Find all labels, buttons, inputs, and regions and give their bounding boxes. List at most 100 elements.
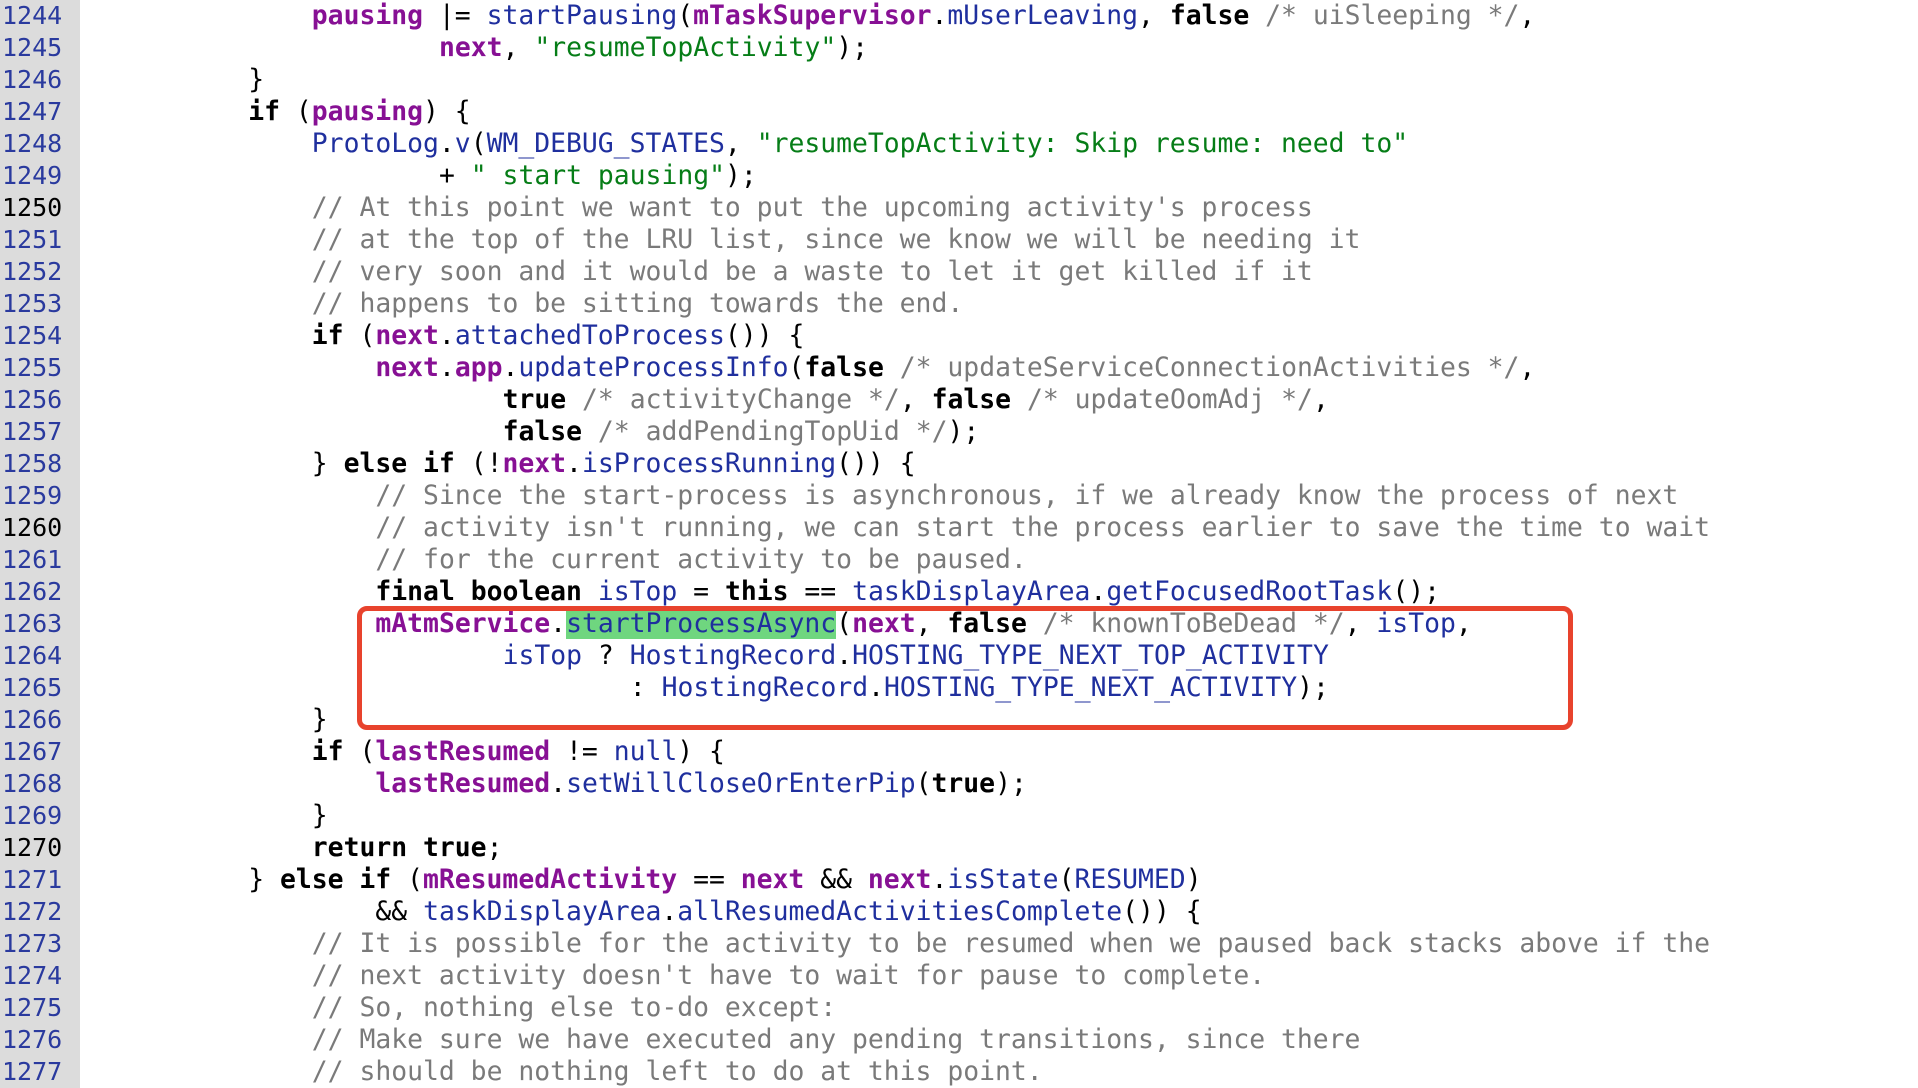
code-token: , [1519, 0, 1536, 31]
code-token: // happens to be sitting towards the end… [311, 288, 964, 319]
line-number[interactable]: 1246 [0, 64, 70, 96]
code-token: isTop [597, 576, 678, 607]
code-text: // for the current activity to be paused… [375, 544, 1026, 576]
code-token: app [454, 352, 503, 383]
code-token: ) { [677, 736, 725, 767]
line-number[interactable]: 1268 [0, 768, 70, 800]
code-token: , [899, 384, 932, 415]
code-token: ( [343, 320, 376, 351]
code-token: pausing [311, 96, 423, 127]
line-number[interactable]: 1257 [0, 416, 70, 448]
code-token: = [677, 576, 725, 607]
code-token: , [1455, 608, 1472, 639]
code-token: false [1169, 0, 1250, 31]
code-token: . [566, 448, 582, 479]
line-number[interactable]: 1264 [0, 640, 70, 672]
line-number[interactable]: 1265 [0, 672, 70, 704]
code-token: false [804, 352, 884, 383]
code-token: (); [1392, 576, 1440, 607]
line-number[interactable]: 1266 [0, 704, 70, 736]
code-token: . [550, 768, 567, 799]
code-token: v [454, 128, 471, 159]
line-number[interactable]: 1253 [0, 288, 70, 320]
code-token: ( [279, 96, 312, 127]
code-token: // Make sure we have executed any pendin… [311, 1024, 1361, 1055]
code-text: } [312, 704, 328, 736]
code-text: && taskDisplayArea.allResumedActivitiesC… [375, 896, 1201, 928]
line-number[interactable]: 1267 [0, 736, 70, 768]
code-text: mAtmService.startProcessAsync(next, fals… [375, 608, 1472, 640]
code-text: final boolean isTop = this == taskDispla… [375, 576, 1440, 608]
line-number[interactable]: 1275 [0, 992, 70, 1024]
line-number[interactable]: 1255 [0, 352, 70, 384]
code-token: && [375, 896, 424, 927]
code-token: this [724, 576, 789, 607]
code-token: next [375, 352, 439, 383]
code-token: } [248, 864, 280, 895]
code-token: updateProcessInfo [518, 352, 789, 383]
line-number[interactable]: 1261 [0, 544, 70, 576]
code-token: final boolean [375, 576, 582, 607]
code-text: // at the top of the LRU list, since we … [312, 224, 1361, 256]
code-token: mResumedActivity [422, 864, 678, 895]
code-token: mAtmService [375, 608, 551, 639]
line-number[interactable]: 1272 [0, 896, 70, 928]
line-number[interactable]: 1250 [0, 192, 70, 224]
line-number[interactable]: 1269 [0, 800, 70, 832]
code-token: false [931, 384, 1012, 415]
line-number[interactable]: 1270 [0, 832, 70, 864]
line-number[interactable]: 1252 [0, 256, 70, 288]
code-text: pausing |= startPausing(mTaskSupervisor.… [312, 0, 1535, 32]
code-token: next [740, 864, 805, 895]
code-token: ( [915, 768, 932, 799]
code-token: // activity isn't running, we can start … [375, 512, 1711, 543]
line-number[interactable]: 1276 [0, 1024, 70, 1056]
line-number[interactable]: 1245 [0, 32, 70, 64]
code-text: if (lastResumed != null) { [312, 736, 725, 768]
code-token: getFocusedRootTask [1106, 576, 1393, 607]
code-token: . [438, 320, 455, 351]
line-number[interactable]: 1271 [0, 864, 70, 896]
code-token: /* updateServiceConnectionActivities */ [883, 352, 1520, 383]
code-token: /* uiSleeping */ [1249, 0, 1520, 31]
code-token: ()) { [724, 320, 805, 351]
line-number[interactable]: 1262 [0, 576, 70, 608]
line-number[interactable]: 1254 [0, 320, 70, 352]
code-token: /* addPendingTopUid */ [582, 416, 948, 447]
line-number[interactable]: 1259 [0, 480, 70, 512]
line-number[interactable]: 1277 [0, 1056, 70, 1088]
code-token: taskDisplayArea [423, 896, 662, 927]
code-token: ProtoLog [311, 128, 439, 159]
code-token: HostingRecord [661, 672, 869, 703]
code-token: if [311, 736, 344, 767]
line-number[interactable]: 1258 [0, 448, 70, 480]
code-token: "resumeTopActivity" [534, 32, 837, 63]
code-token: } [311, 800, 328, 831]
line-number[interactable]: 1260 [0, 512, 70, 544]
code-text: // very soon and it would be a waste to … [312, 256, 1313, 288]
line-number[interactable]: 1263 [0, 608, 70, 640]
line-number[interactable]: 1273 [0, 928, 70, 960]
code-token: "resumeTopActivity: Skip resume: need to… [756, 128, 1409, 159]
line-number[interactable]: 1244 [0, 0, 70, 32]
line-number[interactable]: 1247 [0, 96, 70, 128]
code-token: (! [454, 448, 503, 479]
code-token: next [852, 608, 916, 639]
code-token: /* knownToBeDead */ [1026, 608, 1345, 639]
code-token: ()) { [836, 448, 916, 479]
code-token: if [311, 320, 344, 351]
line-number[interactable]: 1251 [0, 224, 70, 256]
code-token: } [311, 448, 344, 479]
line-number[interactable]: 1249 [0, 160, 70, 192]
code-token: isProcessRunning [581, 448, 837, 479]
code-token: != [550, 736, 614, 767]
line-number[interactable]: 1256 [0, 384, 70, 416]
code-text: // happens to be sitting towards the end… [312, 288, 963, 320]
code-token: // next activity doesn't have to wait fo… [311, 960, 1266, 991]
code-token: // It is possible for the activity to be… [311, 928, 1710, 959]
code-token: ()) { [1122, 896, 1202, 927]
line-number[interactable]: 1274 [0, 960, 70, 992]
code-token: true [502, 384, 567, 415]
line-number[interactable]: 1248 [0, 128, 70, 160]
